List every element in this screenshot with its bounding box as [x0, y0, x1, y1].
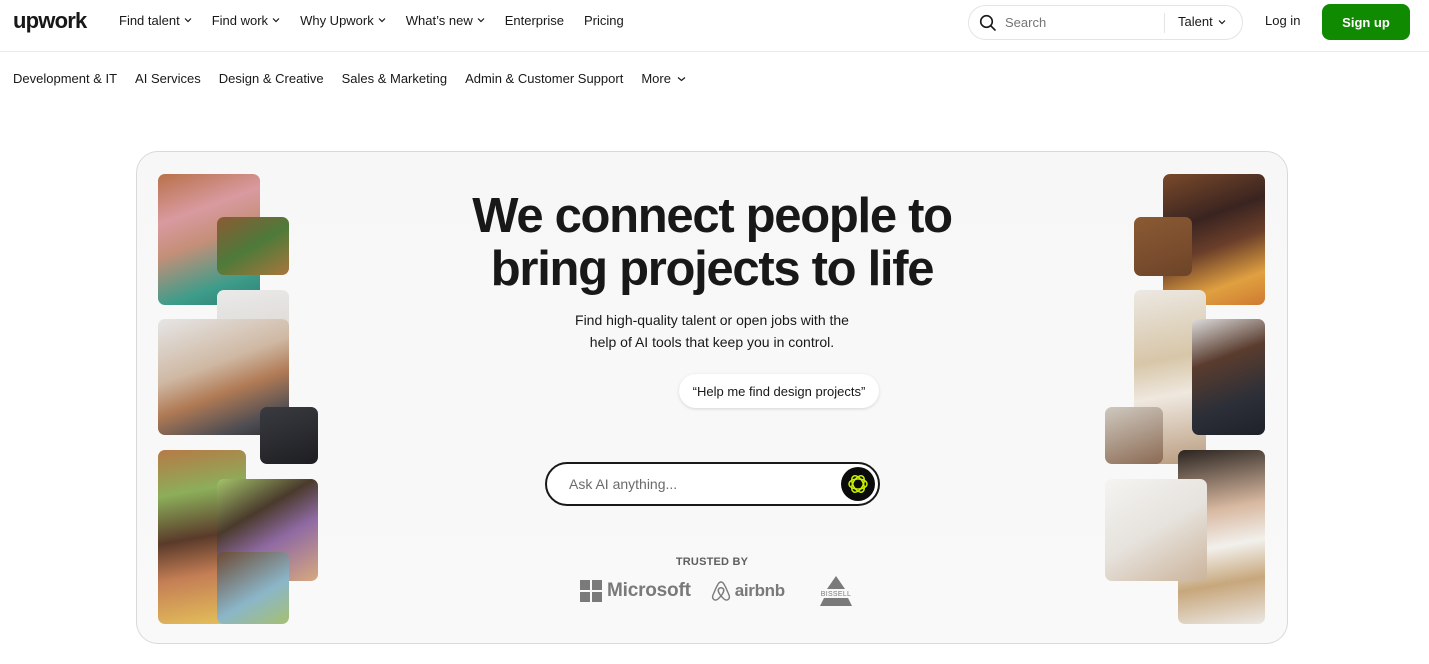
nav-label: What’s new — [405, 13, 473, 28]
airbnb-belo-icon — [711, 581, 730, 601]
more-label: More — [641, 71, 671, 86]
main-nav: Find talent Find work Why Upwork What’s … — [119, 13, 644, 28]
svg-text:BISSELL: BISSELL — [821, 591, 852, 598]
nav-label: Find talent — [119, 13, 180, 28]
search-bar: Talent — [968, 5, 1243, 40]
nav-find-talent[interactable]: Find talent — [119, 13, 192, 28]
bissell-logo: BISSELL — [813, 575, 859, 607]
microsoft-logo: Microsoft — [580, 580, 691, 602]
ask-ai-box — [545, 462, 880, 506]
nav-label: Pricing — [583, 13, 624, 28]
microsoft-logo-text: Microsoft — [607, 580, 691, 601]
subtitle-line-1: Find high-quality talent or open jobs wi… — [575, 312, 849, 328]
chevron-down-icon — [272, 17, 280, 23]
search-divider — [1164, 13, 1165, 33]
airbnb-logo: airbnb — [711, 580, 785, 602]
hero-headline: We connect people to bring projects to l… — [437, 190, 987, 296]
hero-card: We connect people to bring projects to l… — [136, 151, 1288, 644]
trusted-by-label: TRUSTED BY — [675, 556, 749, 568]
trusted-logos: Microsoft airbnb BISSELL — [580, 575, 859, 607]
search-icon[interactable] — [979, 14, 997, 32]
search-input[interactable] — [1005, 15, 1115, 30]
ask-ai-input[interactable] — [569, 476, 819, 492]
chevron-down-icon — [477, 17, 485, 23]
headline-line-1: We connect people to — [472, 189, 953, 243]
ai-submit-button[interactable] — [841, 467, 875, 501]
hero-subtitle: Find high-quality talent or open jobs wi… — [537, 309, 887, 353]
nav-label: Enterprise — [504, 13, 564, 28]
chevron-down-icon — [184, 17, 192, 23]
headline-line-2: bring projects to life — [490, 242, 935, 296]
chevron-down-icon — [378, 17, 386, 23]
chevron-down-icon — [1218, 19, 1226, 25]
nav-pricing[interactable]: Pricing — [584, 13, 624, 28]
category-ai-services[interactable]: AI Services — [135, 71, 201, 86]
nav-enterprise[interactable]: Enterprise — [505, 13, 564, 28]
login-link[interactable]: Log in — [1265, 13, 1300, 28]
signup-button[interactable]: Sign up — [1322, 4, 1410, 40]
chevron-down-icon — [677, 76, 686, 82]
top-navigation: upwork Find talent Find work Why Upwork … — [0, 0, 1429, 44]
category-nav: Development & IT AI Services Design & Cr… — [13, 71, 704, 86]
nav-label: Why Upwork — [300, 13, 374, 28]
category-design-creative[interactable]: Design & Creative — [219, 71, 324, 86]
category-development-it[interactable]: Development & IT — [13, 71, 117, 86]
microsoft-grid-icon — [580, 580, 602, 602]
nav-label: Find work — [211, 13, 269, 28]
nav-whats-new[interactable]: What’s new — [406, 13, 485, 28]
airbnb-logo-text: airbnb — [734, 581, 785, 600]
category-admin-support[interactable]: Admin & Customer Support — [465, 71, 623, 86]
category-sales-marketing[interactable]: Sales & Marketing — [342, 71, 448, 86]
bissell-triangle-icon: BISSELL — [819, 576, 852, 606]
nav-why-upwork[interactable]: Why Upwork — [300, 13, 386, 28]
subtitle-line-2: help of AI tools that keep you in contro… — [589, 334, 835, 350]
nav-find-work[interactable]: Find work — [212, 13, 280, 28]
category-more-dropdown[interactable]: More — [641, 71, 686, 86]
ai-sparkle-icon — [848, 475, 868, 493]
prompt-suggestion-chip[interactable]: “Help me find design projects” — [679, 374, 879, 408]
upwork-logo[interactable]: upwork — [13, 8, 87, 34]
search-scope-dropdown[interactable]: Talent — [1178, 14, 1226, 29]
search-scope-label: Talent — [1178, 14, 1213, 29]
header-divider — [0, 51, 1429, 52]
